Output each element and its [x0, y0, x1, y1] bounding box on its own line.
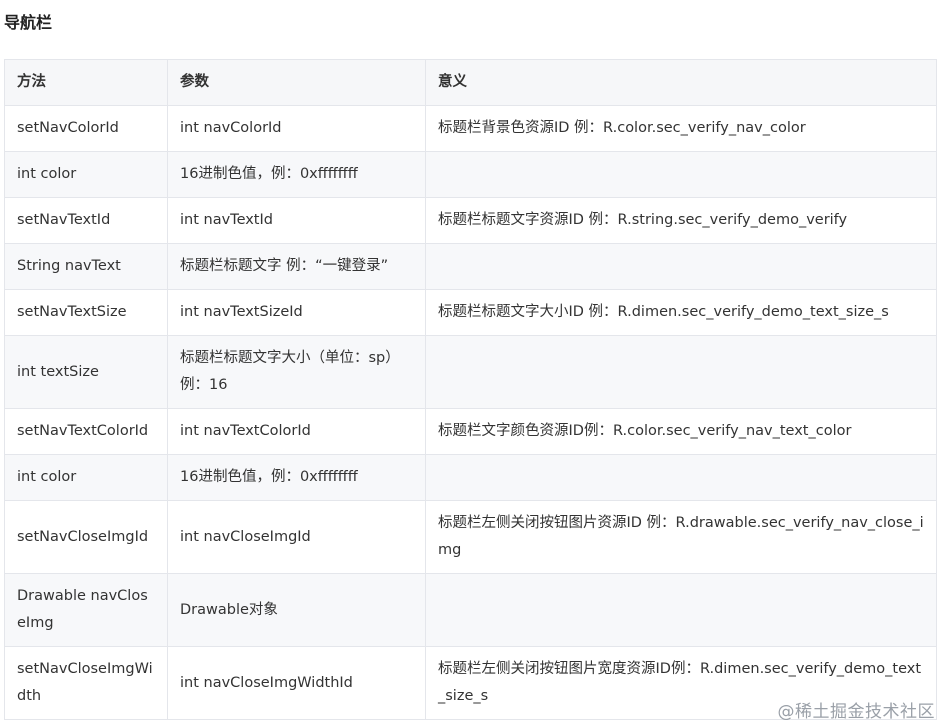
param-cell: 标题栏标题文字大小（单位：sp）例：16	[167, 335, 426, 409]
table-row: setNavTextId int navTextId 标题栏标题文字资源ID 例…	[4, 197, 937, 244]
method-cell: setNavTextId	[4, 197, 168, 244]
param-cell: int navTextId	[167, 197, 426, 244]
method-cell: setNavTextColorId	[4, 408, 168, 455]
table-row: setNavColorId int navColorId 标题栏背景色资源ID …	[4, 105, 937, 152]
method-cell: String navText	[4, 243, 168, 290]
param-cell: int navTextSizeId	[167, 289, 426, 336]
meaning-cell: 标题栏背景色资源ID 例：R.color.sec_verify_nav_colo…	[425, 105, 937, 152]
method-cell: int textSize	[4, 335, 168, 409]
method-cell: setNavTextSize	[4, 289, 168, 336]
param-cell: 16进制色值，例：0xffffffff	[167, 454, 426, 501]
param-cell: int navCloseImgWidthId	[167, 646, 426, 720]
method-cell: setNavCloseImgWidth	[4, 646, 168, 720]
method-cell: int color	[4, 454, 168, 501]
section-heading: 导航栏	[4, 13, 53, 32]
meaning-cell: 标题栏标题文字资源ID 例：R.string.sec_verify_demo_v…	[425, 197, 937, 244]
nav-bar-params-table: 方法 参数 意义 setNavColorId int navColorId 标题…	[4, 59, 937, 720]
column-header-params: 参数	[167, 59, 426, 106]
method-cell: int color	[4, 151, 168, 198]
table-row: int color 16进制色值，例：0xffffffff	[4, 151, 937, 198]
table-row: setNavCloseImgId int navCloseImgId 标题栏左侧…	[4, 500, 937, 574]
meaning-cell	[425, 243, 937, 290]
meaning-cell: 标题栏标题文字大小ID 例：R.dimen.sec_verify_demo_te…	[425, 289, 937, 336]
table-row: setNavTextSize int navTextSizeId 标题栏标题文字…	[4, 289, 937, 336]
column-header-meaning: 意义	[425, 59, 937, 106]
table-row: Drawable navCloseImg Drawable对象	[4, 573, 937, 647]
param-cell: int navTextColorId	[167, 408, 426, 455]
meaning-cell	[425, 151, 937, 198]
meaning-cell	[425, 573, 937, 647]
method-cell: setNavColorId	[4, 105, 168, 152]
table-row: int color 16进制色值，例：0xffffffff	[4, 454, 937, 501]
table-row: String navText 标题栏标题文字 例：“一键登录”	[4, 243, 937, 290]
column-header-method: 方法	[4, 59, 168, 106]
meaning-cell	[425, 335, 937, 409]
watermark: @稀土掘金技术社区	[777, 702, 935, 722]
meaning-cell	[425, 454, 937, 501]
param-cell: 标题栏标题文字 例：“一键登录”	[167, 243, 426, 290]
table-header-row: 方法 参数 意义	[4, 59, 937, 106]
meaning-cell: 标题栏左侧关闭按钮图片资源ID 例：R.drawable.sec_verify_…	[425, 500, 937, 574]
table-row: int textSize 标题栏标题文字大小（单位：sp）例：16	[4, 335, 937, 409]
table-row: setNavTextColorId int navTextColorId 标题栏…	[4, 408, 937, 455]
method-cell: setNavCloseImgId	[4, 500, 168, 574]
param-cell: Drawable对象	[167, 573, 426, 647]
method-cell: Drawable navCloseImg	[4, 573, 168, 647]
param-cell: int navCloseImgId	[167, 500, 426, 574]
meaning-cell: 标题栏文字颜色资源ID例：R.color.sec_verify_nav_text…	[425, 408, 937, 455]
param-cell: 16进制色值，例：0xffffffff	[167, 151, 426, 198]
param-cell: int navColorId	[167, 105, 426, 152]
